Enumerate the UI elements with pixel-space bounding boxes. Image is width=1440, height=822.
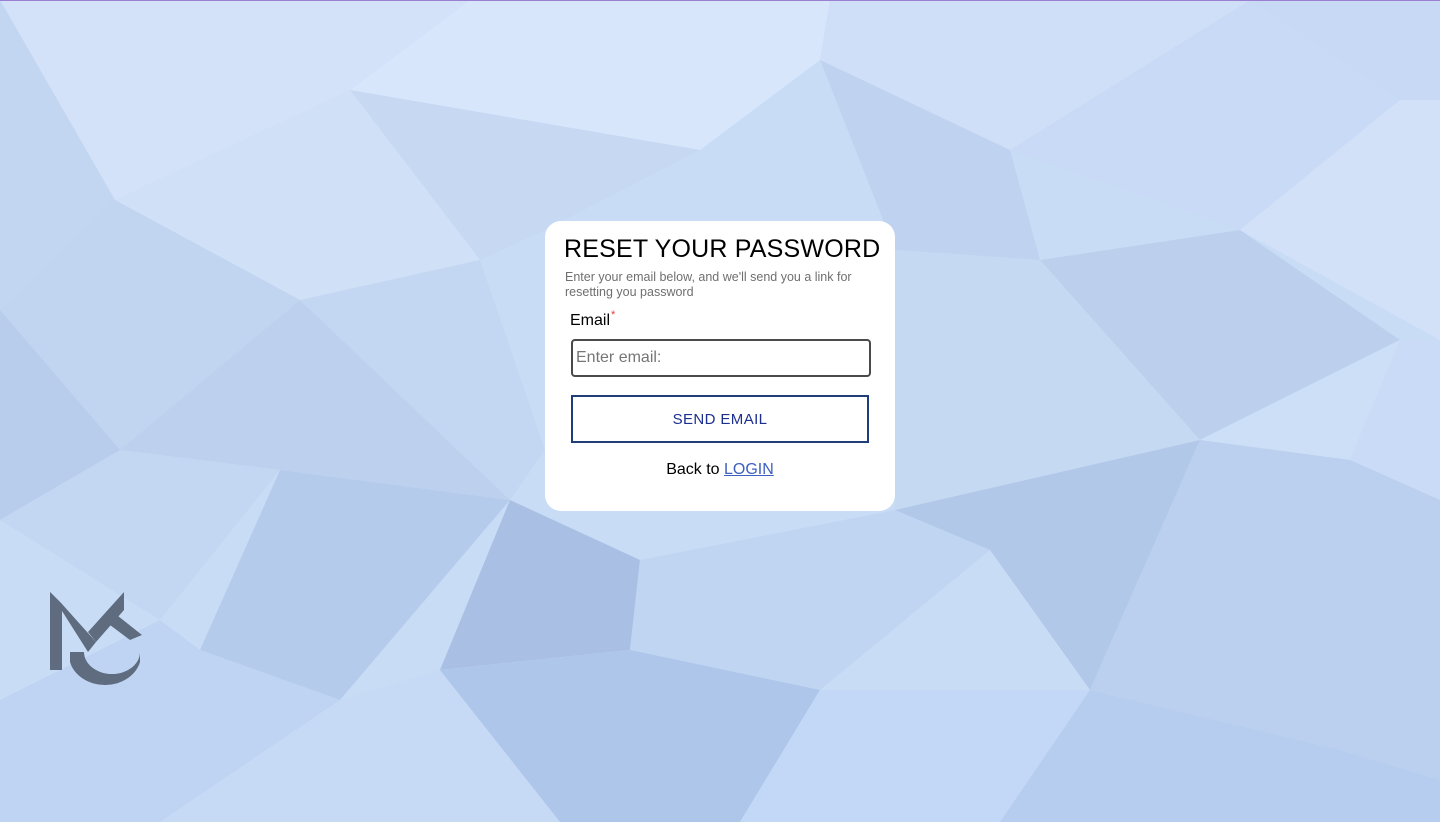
email-field[interactable] xyxy=(571,339,871,377)
back-to-login-row: Back to LOGIN xyxy=(545,461,895,479)
top-border-line xyxy=(0,0,1440,1)
back-to-text: Back to xyxy=(666,461,720,478)
mc-monogram-logo xyxy=(50,592,142,685)
required-marker: * xyxy=(611,309,616,321)
email-label-row: Email* xyxy=(570,309,616,330)
page-title: RESET YOUR PASSWORD xyxy=(564,235,881,263)
email-label: Email xyxy=(570,312,611,329)
send-email-button[interactable]: SEND EMAIL xyxy=(571,395,869,443)
reset-password-card: RESET YOUR PASSWORD Enter your email bel… xyxy=(545,221,895,511)
instructions-text: Enter your email below, and we'll send y… xyxy=(565,270,852,299)
login-link[interactable]: LOGIN xyxy=(724,461,774,478)
